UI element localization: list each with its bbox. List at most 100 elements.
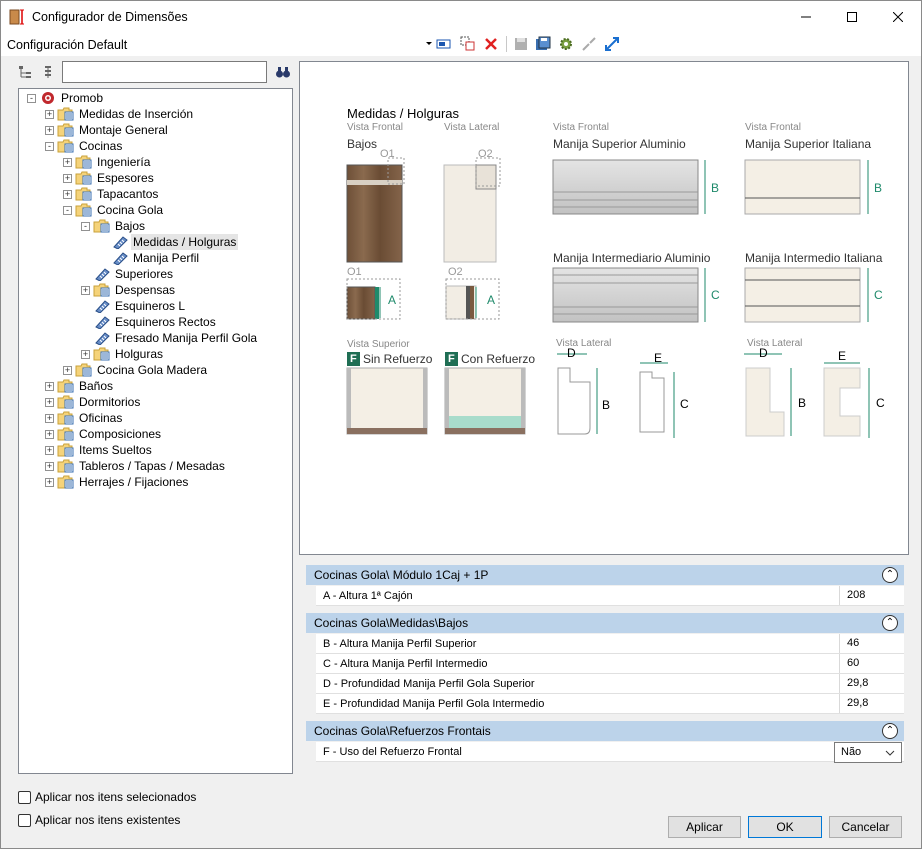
folder-icon [57, 459, 74, 473]
tree-node[interactable]: + Tapacantos [19, 186, 292, 202]
property-group-header[interactable]: Cocinas Gola\ Módulo 1Caj + 1P ⌃ [306, 565, 904, 585]
minimize-button[interactable] [783, 1, 829, 32]
tree-node[interactable]: - Cocinas [19, 138, 292, 154]
configuration-bar: Configuración Default [1, 32, 921, 56]
label-manija-intermediario-aluminio: Manija Intermediario Aluminio [553, 251, 711, 265]
tree-node-label: Bajos [115, 219, 146, 233]
property-value-input[interactable]: 60 [839, 654, 904, 673]
expand-node-icon[interactable]: + [63, 174, 72, 183]
tree-node[interactable]: + Medidas de Inserción [19, 106, 292, 122]
collapse-all-tree-button[interactable] [38, 63, 58, 81]
property-group-header[interactable]: Cocinas Gola\Medidas\Bajos ⌃ [306, 613, 904, 633]
tree-node[interactable]: - Bajos [19, 218, 292, 234]
tree-node-label: Tableros / Tapas / Mesadas [79, 459, 225, 473]
apply-button[interactable]: Aplicar [668, 816, 741, 838]
tree-node-label: Esquineros Rectos [115, 315, 216, 329]
collapse-node-icon[interactable]: - [45, 142, 54, 151]
tree-node[interactable]: + Oficinas [19, 410, 292, 426]
tree-node[interactable]: + Composiciones [19, 426, 292, 442]
folder-icon [75, 203, 92, 217]
property-value: 208 [847, 589, 866, 601]
tree-node[interactable]: + Tableros / Tapas / Mesadas [19, 458, 292, 474]
promob-logo-icon [42, 92, 54, 104]
collapse-group-icon[interactable]: ⌃ [882, 723, 898, 739]
tree-node[interactable]: Esquineros Rectos [19, 314, 292, 330]
tree-node[interactable]: + Espesores [19, 170, 292, 186]
expand-node-icon[interactable]: + [81, 286, 90, 295]
expand-node-icon[interactable]: + [63, 190, 72, 199]
label-vista-frontal-3: Vista Frontal [745, 122, 801, 133]
tree-node[interactable]: + Montaje General [19, 122, 292, 138]
category-tree[interactable]: - Promob + Medidas de Inserción + Montaje Gen… [18, 88, 293, 774]
expand-node-icon[interactable]: + [63, 366, 72, 375]
tree-node[interactable]: Manija Perfil [19, 250, 292, 266]
tree-node[interactable]: + Cocina Gola Madera [19, 362, 292, 378]
expand-node-icon[interactable]: + [45, 382, 54, 391]
property-value-select[interactable]: Não [834, 742, 902, 763]
italiana-profile-side-illustration [744, 353, 870, 438]
save-all-button[interactable] [533, 35, 553, 53]
collapse-node-icon[interactable]: - [81, 222, 90, 231]
tree-node-label: Cocina Gola [97, 203, 164, 217]
expand-all-tree-button[interactable] [15, 63, 35, 81]
apply-selected-checkbox[interactable] [18, 791, 31, 804]
close-button[interactable] [875, 1, 921, 32]
tree-node[interactable]: Superiores [19, 266, 292, 282]
property-value-input[interactable]: 208 [839, 586, 904, 605]
tree-node[interactable]: - Cocina Gola [19, 202, 292, 218]
tree-node[interactable]: Fresado Manija Perfil Gola [19, 330, 292, 346]
rename-config-button[interactable] [434, 35, 454, 53]
expand-node-icon[interactable]: + [45, 414, 54, 423]
collapse-group-icon[interactable]: ⌃ [882, 567, 898, 583]
apply-existing-checkbox[interactable] [18, 814, 31, 827]
save-button[interactable] [511, 35, 531, 53]
dim-c-italiana: C [874, 288, 883, 302]
search-button[interactable] [273, 63, 293, 81]
label-o1-top: O1 [380, 148, 395, 160]
property-value-input[interactable]: 29,8 [839, 674, 904, 693]
property-group-header[interactable]: Cocinas Gola\Refuerzos Frontais ⌃ [306, 721, 904, 741]
expand-node-icon[interactable]: + [63, 158, 72, 167]
expand-node-icon[interactable]: + [45, 126, 54, 135]
settings-button[interactable] [556, 35, 576, 53]
maximize-button[interactable] [829, 1, 875, 32]
tree-node[interactable]: + Items Sueltos [19, 442, 292, 458]
tree-node[interactable]: + Despensas [19, 282, 292, 298]
expand-button[interactable] [602, 35, 622, 53]
expand-node-icon[interactable]: + [45, 446, 54, 455]
tree-node[interactable]: Esquineros L [19, 298, 292, 314]
cancel-button[interactable]: Cancelar [829, 816, 902, 838]
tree-node[interactable]: + Herrajes / Fijaciones [19, 474, 292, 490]
collapse-button[interactable] [579, 35, 599, 53]
expand-node-icon[interactable]: + [45, 462, 54, 471]
tree-node[interactable]: - Promob [19, 90, 292, 106]
expand-node-icon[interactable]: + [45, 398, 54, 407]
tree-node[interactable]: Medidas / Holguras [19, 234, 292, 250]
expand-node-icon[interactable]: + [45, 430, 54, 439]
ruler-icon [113, 236, 128, 249]
search-input[interactable] [62, 61, 267, 83]
property-value: 60 [847, 657, 860, 669]
configurator-window: Configurador de Dimensões Configuración … [0, 0, 922, 849]
collapse-group-icon[interactable]: ⌃ [882, 615, 898, 631]
property-value-input[interactable]: 46 [839, 634, 904, 653]
expand-node-icon[interactable]: + [45, 110, 54, 119]
dim-e-italiana: E [838, 349, 847, 363]
tree-node-label: Ingeniería [97, 155, 151, 169]
property-name: F - Uso del Refuerzo Frontal [323, 746, 462, 758]
tree-node[interactable]: + Ingeniería [19, 154, 292, 170]
ok-button[interactable]: OK [748, 816, 822, 838]
collapse-node-icon[interactable]: - [63, 206, 72, 215]
expand-node-icon[interactable]: + [45, 478, 54, 487]
title-bar: Configurador de Dimensões [1, 1, 921, 32]
tree-node[interactable]: + Holguras [19, 346, 292, 362]
copy-config-button[interactable] [458, 35, 478, 53]
property-value-input[interactable]: 29,8 [839, 694, 904, 713]
tree-node[interactable]: + Baños [19, 378, 292, 394]
delete-config-button[interactable] [481, 35, 501, 53]
folder-icon [57, 475, 74, 489]
collapse-node-icon[interactable]: - [27, 94, 36, 103]
tree-node[interactable]: + Dormitorios [19, 394, 292, 410]
property-group-title: Cocinas Gola\Medidas\Bajos [314, 616, 469, 630]
expand-node-icon[interactable]: + [81, 350, 90, 359]
